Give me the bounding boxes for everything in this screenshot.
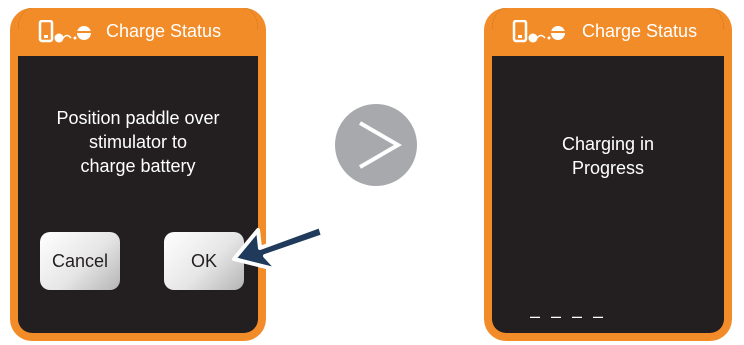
charging-message: Charging in Progress <box>492 132 724 180</box>
charger-device-icon <box>38 20 91 43</box>
charge-status-screen-charging: Charge Status Charging in Progress – – –… <box>484 8 732 341</box>
message-line: Progress <box>571 158 645 178</box>
title-bar: Charge Status <box>492 8 724 56</box>
message-line: Charging in <box>561 134 655 154</box>
message-line: stimulator to <box>88 132 188 152</box>
message-line: Position paddle over <box>56 108 220 128</box>
pointer-arrow-icon <box>232 224 325 272</box>
screen-title: Charge Status <box>582 21 698 41</box>
chevron-right-icon <box>335 104 417 186</box>
progress-indicator: – – – – <box>530 306 607 326</box>
message-line: charge battery <box>80 156 196 176</box>
instruction-message: Position paddle over stimulator to charg… <box>18 106 258 178</box>
screen-title: Charge Status <box>106 21 222 41</box>
charger-device-icon <box>512 20 565 43</box>
charge-status-screen-prompt: Charge Status Position paddle over stimu… <box>10 8 266 341</box>
cancel-button[interactable]: Cancel <box>40 232 120 290</box>
title-bar: Charge Status <box>18 8 258 56</box>
